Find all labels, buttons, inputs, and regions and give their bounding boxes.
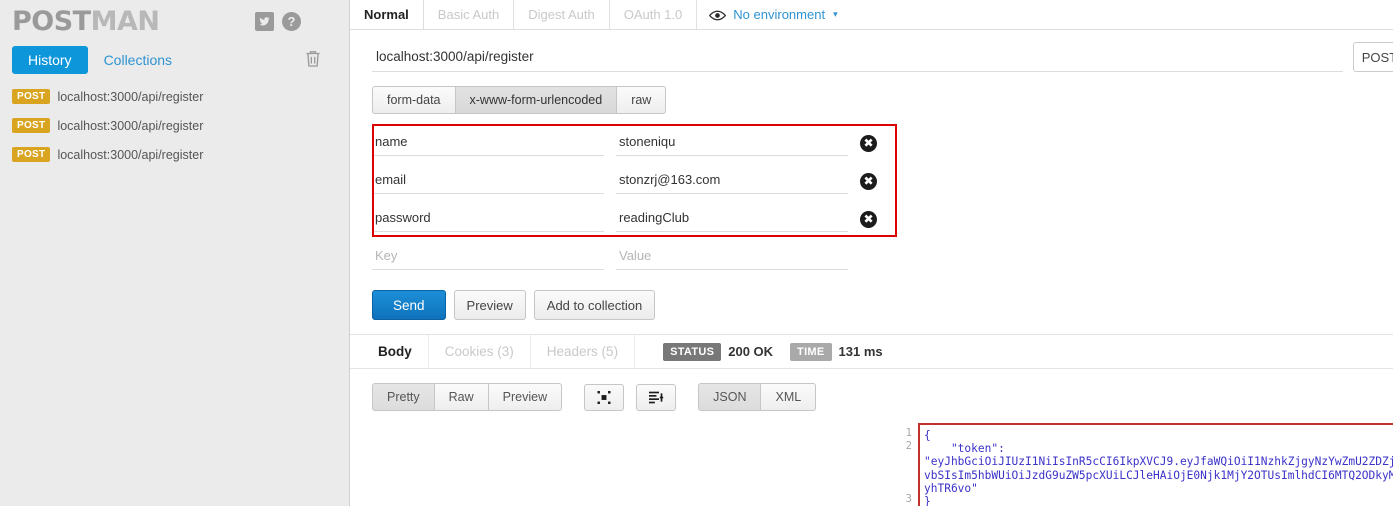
tab-oauth-1[interactable]: OAuth 1.0: [610, 0, 698, 29]
line-numbers: 1 2 3: [905, 427, 912, 506]
history-item-url: localhost:3000/api/register: [57, 89, 204, 104]
http-method-value: POST: [1361, 49, 1393, 65]
sidebar-tab-history[interactable]: History: [12, 46, 88, 74]
tab-json[interactable]: JSON: [698, 383, 761, 411]
sidebar: POSTMAN ? History Collections POST local…: [0, 0, 350, 506]
status-value: 200 OK: [728, 344, 774, 359]
help-glyph: ?: [287, 14, 296, 29]
param-value-input[interactable]: [616, 168, 848, 194]
method-badge: POST: [12, 147, 51, 162]
history-item[interactable]: POST localhost:3000/api/register: [0, 82, 349, 111]
tab-pretty[interactable]: Pretty: [372, 383, 434, 411]
chevron-down-icon: ▾: [833, 9, 838, 19]
response-json-code[interactable]: { "token": "eyJhbGciOiJIUzI1NiIsInR5cCI6…: [918, 423, 1393, 506]
param-value-input[interactable]: [616, 130, 848, 156]
response-status-meta: STATUS 200 OK TIME 131 ms: [663, 342, 883, 361]
request-actions: Send Preview Add to collection Reset: [350, 276, 1393, 320]
wrap-lines-button[interactable]: [636, 383, 677, 411]
eye-icon[interactable]: [709, 9, 727, 21]
http-method-select[interactable]: POST ▾: [1352, 42, 1393, 72]
history-item[interactable]: POST localhost:3000/api/register: [0, 111, 349, 140]
time-value: 131 ms: [838, 344, 883, 359]
auth-tab-bar: Normal Basic Auth Digest Auth OAuth 1.0 …: [350, 0, 1393, 30]
tab-raw[interactable]: raw: [616, 86, 667, 114]
history-item-url: localhost:3000/api/register: [57, 118, 204, 133]
remove-param-icon[interactable]: ✖: [860, 172, 877, 190]
remove-param-icon[interactable]: ✖: [860, 210, 877, 228]
remove-param-icon[interactable]: ✖: [860, 134, 877, 152]
param-key-input[interactable]: [372, 168, 604, 194]
sidebar-tabs: History Collections: [12, 46, 182, 74]
status-badge-label: STATUS: [663, 342, 722, 361]
request-params-table: ✖ ✖ ✖: [372, 124, 912, 276]
param-key-input[interactable]: [372, 206, 604, 232]
fullscreen-button[interactable]: [584, 383, 625, 411]
tab-response-headers[interactable]: Headers (5): [531, 334, 636, 369]
response-body-viewer: 1 2 3 { "token": "eyJhbGciOiJIUzI1NiIsIn…: [350, 423, 1393, 506]
sidebar-social-icons: ?: [255, 12, 301, 31]
history-item-url: localhost:3000/api/register: [57, 147, 204, 162]
response-tab-bar: Body Cookies (3) Headers (5) STATUS 200 …: [350, 334, 1393, 369]
tab-basic-auth[interactable]: Basic Auth: [424, 0, 515, 29]
request-url-input[interactable]: [372, 42, 1343, 72]
environment-label: No environment: [733, 7, 826, 22]
add-to-collection-button[interactable]: Add to collection: [533, 290, 656, 320]
tab-raw-response[interactable]: Raw: [433, 383, 488, 411]
tab-digest-auth[interactable]: Digest Auth: [514, 0, 610, 29]
send-button[interactable]: Send: [372, 290, 446, 320]
param-row: ✖: [372, 162, 912, 200]
response-json-text: { "token": "eyJhbGciOiJIUzI1NiIsInR5cCI6…: [924, 429, 1393, 506]
response-lang-group: JSON XML: [698, 383, 817, 411]
tab-normal[interactable]: Normal: [350, 0, 424, 29]
tab-response-cookies[interactable]: Cookies (3): [429, 334, 531, 369]
body-type-tabs: form-data x-www-form-urlencoded raw: [350, 72, 1393, 114]
tab-response-body[interactable]: Body: [362, 334, 429, 369]
response-view-group: Pretty Raw Preview: [372, 383, 563, 411]
tab-xml[interactable]: XML: [760, 383, 817, 411]
time-badge-label: TIME: [790, 342, 832, 361]
tab-x-www-form-urlencoded[interactable]: x-www-form-urlencoded: [454, 86, 617, 114]
logo-text-post: POST: [12, 6, 91, 37]
method-badge: POST: [12, 89, 51, 104]
method-badge: POST: [12, 118, 51, 133]
line-number-gutter: 1 2 3: [890, 423, 918, 506]
postman-window: POSTMAN ? History Collections POST local…: [0, 0, 1393, 506]
tab-form-data[interactable]: form-data: [372, 86, 455, 114]
response-format-bar: Pretty Raw Preview JSON XML: [350, 369, 1393, 411]
sidebar-tab-collections[interactable]: Collections: [94, 46, 182, 74]
history-item[interactable]: POST localhost:3000/api/register: [0, 140, 349, 169]
param-row-empty: [372, 238, 912, 276]
app-logo: POSTMAN: [12, 6, 160, 37]
preview-button[interactable]: Preview: [453, 290, 526, 320]
param-row: ✖: [372, 200, 912, 238]
param-row: ✖: [372, 124, 912, 162]
main-panel: Normal Basic Auth Digest Auth OAuth 1.0 …: [350, 0, 1393, 506]
tab-preview-response[interactable]: Preview: [487, 383, 563, 411]
history-list: POST localhost:3000/api/register POST lo…: [0, 82, 349, 169]
param-key-input[interactable]: [372, 130, 604, 156]
environment-selector[interactable]: No environment ▾: [697, 0, 849, 29]
twitter-icon[interactable]: [255, 12, 274, 31]
request-url-row: POST ▾ ✎ URL params ✎ Headers (0): [350, 30, 1393, 72]
clear-history-icon[interactable]: [303, 48, 323, 73]
new-param-key-input[interactable]: [372, 244, 604, 270]
param-value-input[interactable]: [616, 206, 848, 232]
new-param-value-input[interactable]: [616, 244, 848, 270]
logo-text-man: MAN: [90, 6, 160, 37]
help-icon[interactable]: ?: [282, 12, 301, 31]
